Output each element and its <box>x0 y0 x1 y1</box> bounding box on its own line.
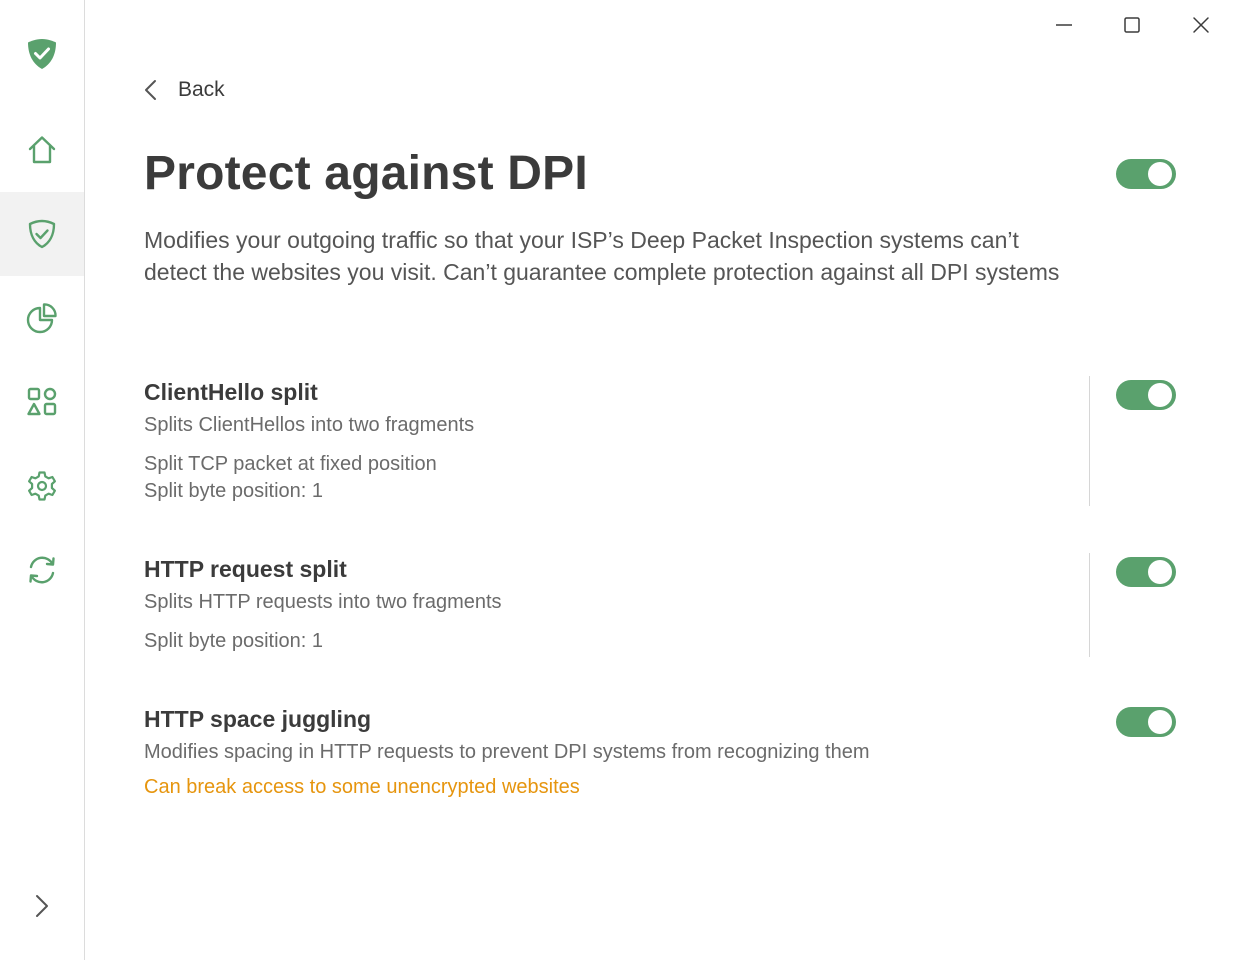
apps-icon <box>27 387 57 416</box>
divider <box>1089 553 1090 657</box>
sidebar-item-settings[interactable] <box>0 444 84 528</box>
http-space-juggling-section: HTTP space juggling Modifies spacing in … <box>144 706 869 799</box>
minimize-button[interactable] <box>1046 10 1082 40</box>
clienthello-split-mode: Split TCP packet at fixed position <box>144 453 437 475</box>
http-space-juggling-toggle[interactable] <box>1116 707 1176 737</box>
http-request-split-settings-link[interactable]: Split byte position: 1 <box>144 630 323 653</box>
http-request-split-position: Split byte position: 1 <box>144 630 323 652</box>
toggle-knob <box>1148 383 1172 407</box>
statistics-icon <box>26 303 57 334</box>
http-request-split-description: Splits HTTP requests into two fragments <box>144 591 502 613</box>
maximize-button[interactable] <box>1114 10 1150 40</box>
home-icon <box>28 136 56 164</box>
shield-icon <box>28 219 56 249</box>
clienthello-split-position: Split byte position: 1 <box>144 480 323 502</box>
clienthello-split-settings-link[interactable]: Split TCP packet at fixed position Split… <box>144 453 437 503</box>
page-title: Protect against DPI <box>144 147 588 200</box>
minimize-icon <box>1056 24 1072 26</box>
clienthello-split-title: ClientHello split <box>144 379 318 405</box>
back-label: Back <box>178 78 225 101</box>
sidebar-item-protection[interactable] <box>0 192 84 276</box>
expand-sidebar-chevron-right-icon[interactable] <box>28 892 56 920</box>
toggle-knob <box>1148 162 1172 186</box>
sidebar <box>0 0 85 960</box>
page-description: Modifies your outgoing traffic so that y… <box>144 227 1060 285</box>
toggle-knob <box>1148 710 1172 734</box>
http-request-split-toggle[interactable] <box>1116 557 1176 587</box>
toggle-knob <box>1148 560 1172 584</box>
gear-icon <box>28 471 56 501</box>
clienthello-split-description: Splits ClientHellos into two fragments <box>144 414 475 436</box>
dpi-protection-toggle[interactable] <box>1116 159 1176 189</box>
chevron-left-icon <box>145 80 156 100</box>
sidebar-item-home[interactable] <box>0 108 84 192</box>
adguard-logo-icon <box>24 36 60 72</box>
http-request-split-section: HTTP request split Splits HTTP requests … <box>144 556 502 614</box>
sidebar-item-support[interactable] <box>0 528 84 612</box>
divider <box>1089 376 1090 506</box>
close-button[interactable] <box>1183 10 1219 40</box>
sidebar-item-statistics[interactable] <box>0 276 84 360</box>
http-request-split-title: HTTP request split <box>144 556 347 582</box>
clienthello-split-toggle[interactable] <box>1116 380 1176 410</box>
clienthello-split-section: ClientHello split Splits ClientHellos in… <box>144 379 474 437</box>
sync-icon <box>29 556 55 584</box>
http-space-juggling-warning-link[interactable]: Can break access to some unencrypted web… <box>144 776 869 799</box>
back-button[interactable]: Back <box>140 74 225 106</box>
http-space-juggling-title: HTTP space juggling <box>144 706 372 732</box>
http-space-juggling-description: Modifies spacing in HTTP requests to pre… <box>144 741 870 763</box>
close-icon <box>1193 17 1209 33</box>
maximize-icon <box>1124 17 1140 33</box>
sidebar-item-apps[interactable] <box>0 360 84 444</box>
